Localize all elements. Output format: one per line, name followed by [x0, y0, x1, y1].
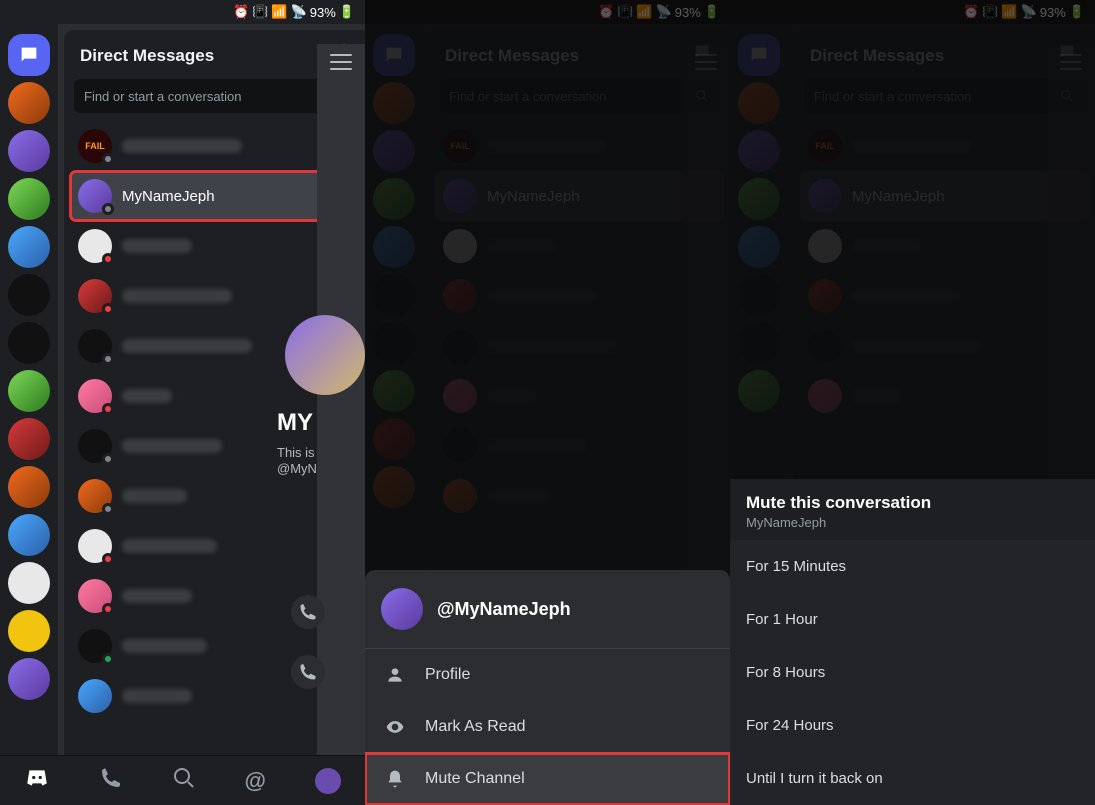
sheet-row-label: Profile — [425, 666, 470, 684]
mute-option-label: For 8 Hours — [746, 664, 825, 681]
dm-item[interactable] — [70, 271, 359, 321]
phone-icon — [298, 602, 318, 622]
server-avatar[interactable] — [8, 610, 50, 652]
server-avatar[interactable] — [8, 658, 50, 700]
sheet-mute-channel[interactable]: Mute Channel — [365, 753, 730, 805]
screen-mute-options: ⏰ 📳 📶 📡 93% 🔋 Direct Messages Find or st… — [730, 0, 1095, 805]
mute-option-24hours[interactable]: For 24 Hours — [730, 699, 1095, 752]
sheet-row-label: Mute Channel — [425, 770, 525, 788]
wifi-icon: 📶 — [271, 4, 287, 20]
dm-item-label — [122, 489, 187, 503]
phone-icon — [298, 662, 318, 682]
dm-header-title: Direct Messages — [80, 46, 214, 66]
server-avatar[interactable] — [8, 322, 50, 364]
screen-dm-list: ⏰ 📳 📶 📡 93% 🔋 — [0, 0, 365, 805]
user-action-sheet: @MyNameJeph Profile Mark As Read Mute Ch… — [365, 570, 730, 805]
avatar — [285, 315, 365, 395]
mute-option-label: For 1 Hour — [746, 611, 818, 628]
dm-list: FAIL MyNameJeph — [70, 121, 359, 721]
server-avatar[interactable] — [8, 226, 50, 268]
chat-intro: This is — [277, 445, 315, 460]
nav-search-icon[interactable] — [172, 766, 196, 795]
battery-percent: 93% — [310, 5, 336, 20]
dm-item[interactable] — [70, 221, 359, 271]
server-avatar[interactable] — [8, 82, 50, 124]
avatar — [381, 588, 423, 630]
dm-item-label — [122, 139, 242, 153]
server-avatar[interactable] — [8, 178, 50, 220]
dm-item-label — [122, 689, 192, 703]
chat-handle: @MyN — [277, 461, 317, 476]
nav-profile-avatar[interactable] — [315, 768, 341, 794]
signal-icon: 📡 — [291, 4, 307, 20]
bottom-nav: @ — [0, 755, 365, 805]
mute-duration-sheet: Mute this conversation MyNameJeph For 15… — [730, 479, 1095, 805]
server-avatar[interactable] — [8, 370, 50, 412]
dm-item-label — [122, 539, 217, 553]
dm-item-label — [122, 339, 252, 353]
mute-sheet-subtitle: MyNameJeph — [746, 515, 1079, 530]
server-avatar[interactable] — [8, 466, 50, 508]
server-avatar[interactable] — [8, 274, 50, 316]
screen-context-menu: ⏰ 📳 📶 📡 93% 🔋 Direct Messages — [365, 0, 730, 805]
mute-option-8hours[interactable]: For 8 Hours — [730, 646, 1095, 699]
server-avatar[interactable] — [8, 418, 50, 460]
vibrate-icon: 📳 — [252, 4, 268, 20]
search-placeholder: Find or start a conversation — [84, 89, 242, 104]
mute-sheet-title: Mute this conversation — [746, 493, 1079, 513]
server-avatar[interactable] — [8, 130, 50, 172]
sheet-profile[interactable]: Profile — [365, 649, 730, 701]
server-avatar[interactable] — [8, 562, 50, 604]
dm-item[interactable] — [70, 521, 359, 571]
dm-item-label — [122, 589, 192, 603]
dm-item-label — [122, 389, 172, 403]
status-bar: ⏰ 📳 📶 📡 93% 🔋 — [0, 0, 365, 24]
nav-mentions-icon[interactable]: @ — [244, 768, 265, 794]
sheet-row-label: Mark As Read — [425, 718, 525, 736]
call-button[interactable] — [291, 655, 325, 689]
search-input[interactable]: Find or start a conversation — [74, 79, 355, 113]
mute-option-forever[interactable]: Until I turn it back on — [730, 752, 1095, 805]
server-rail[interactable] — [0, 24, 58, 805]
dm-home-button[interactable] — [8, 34, 50, 76]
mute-option-1hour[interactable]: For 1 Hour — [730, 593, 1095, 646]
mute-option-label: Until I turn it back on — [746, 770, 883, 787]
chat-peek-content: MY This is @MyN — [317, 325, 365, 605]
call-button[interactable] — [291, 595, 325, 629]
server-avatar[interactable] — [8, 514, 50, 556]
sheet-mark-read[interactable]: Mark As Read — [365, 701, 730, 753]
battery-icon: 🔋 — [339, 4, 355, 20]
mute-option-label: For 24 Hours — [746, 717, 834, 734]
sheet-user-handle: @MyNameJeph — [437, 599, 571, 620]
dm-item-label — [122, 289, 232, 303]
mute-option-label: For 15 Minutes — [746, 558, 846, 575]
user-icon — [385, 665, 405, 685]
mute-option-15min[interactable]: For 15 Minutes — [730, 540, 1095, 593]
nav-discord-icon[interactable] — [24, 765, 50, 796]
dm-item[interactable] — [70, 471, 359, 521]
dm-item[interactable]: FAIL — [70, 121, 359, 171]
dm-item-label — [122, 639, 207, 653]
dm-item-mynamejeph[interactable]: MyNameJeph — [70, 171, 359, 221]
chat-heading: MY — [277, 409, 313, 437]
alarm-icon: ⏰ — [233, 4, 249, 20]
nav-friends-icon[interactable] — [99, 766, 123, 795]
chat-bubble-icon — [18, 44, 40, 66]
dm-item-label — [122, 239, 192, 253]
eye-icon — [385, 717, 405, 737]
bell-icon — [385, 769, 405, 789]
hamburger-icon[interactable] — [330, 54, 352, 70]
dm-item-label — [122, 439, 222, 453]
dm-item-label: MyNameJeph — [122, 188, 215, 205]
